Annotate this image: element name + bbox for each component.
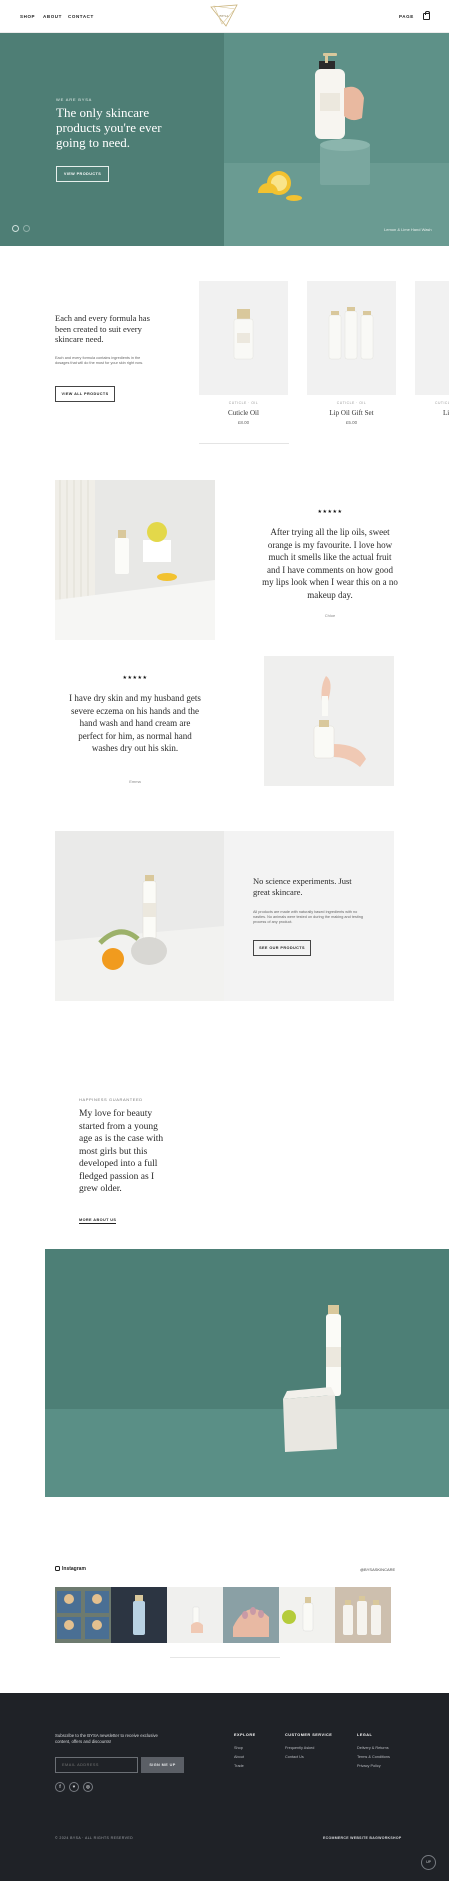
instagram-scrollbar[interactable] <box>170 1657 280 1658</box>
footer-link-terms[interactable]: Terms & Conditions <box>357 1755 390 1759</box>
footer-heading-customer-service: CUSTOMER SERVICE <box>285 1733 333 1737</box>
footer-link-delivery[interactable]: Delivery & Returns <box>357 1746 389 1750</box>
review-photo <box>264 656 394 786</box>
product-banner-photo <box>45 1249 449 1497</box>
review-photo <box>55 480 215 640</box>
instagram-title: Instagram <box>62 1566 86 1572</box>
feature-photo <box>55 831 224 1001</box>
credit-link[interactable]: ECOMMERCE WEBSITE BAGWORKSHOP <box>323 1836 402 1840</box>
site-header: SHOP ABOUT CONTACT BYSA PAGE <box>0 0 449 33</box>
hero-section: WE ARE BYSA The only skincare products y… <box>0 33 449 246</box>
footer-link-trade[interactable]: Trade <box>234 1764 244 1768</box>
instagram-handle[interactable]: @BYSASKINCARE <box>360 1567 395 1572</box>
instagram-icon[interactable]: ◎ <box>83 1782 93 1792</box>
logo-text: BYSA <box>219 14 229 18</box>
footer-heading-legal: LEGAL <box>357 1733 373 1737</box>
hand-wash-illustration <box>258 53 370 201</box>
more-about-us-link[interactable]: MORE ABOUT US <box>79 1218 117 1224</box>
product-card[interactable]: CUTICLE · OIL Lip Oil Gift Set £5.00 <box>307 281 396 425</box>
site-footer <box>0 1693 449 1881</box>
nav-contact[interactable]: CONTACT <box>68 14 94 19</box>
product-price: £8.00 <box>237 420 250 425</box>
see-our-products-button[interactable]: SEE OUR PRODUCTS <box>253 940 311 956</box>
search-link[interactable]: PAGE <box>399 14 414 19</box>
intro-title: Each and every formula has been created … <box>55 313 150 344</box>
copyright-text: © 2024 BYSA · ALL RIGHTS RESERVED <box>55 1836 134 1840</box>
instagram-post[interactable] <box>335 1587 391 1643</box>
email-input[interactable] <box>55 1757 138 1773</box>
footer-link-faq[interactable]: Frequently Asked <box>285 1746 314 1750</box>
product-name[interactable]: Cuticle Oil <box>199 409 288 417</box>
footer-link-about[interactable]: About <box>234 1755 244 1759</box>
hero-eyebrow: WE ARE BYSA <box>56 97 93 102</box>
back-to-top-button[interactable]: UP <box>421 1855 436 1870</box>
product-card[interactable]: CUTICLE · OIL Cuticle Oil £8.00 <box>199 281 288 425</box>
instagram-heading: Instagram <box>55 1566 86 1572</box>
instagram-post[interactable] <box>55 1587 111 1643</box>
instagram-post[interactable] <box>279 1587 335 1643</box>
view-products-button[interactable]: VIEW PRODUCTS <box>56 166 109 182</box>
slider-prev-icon[interactable] <box>12 225 19 232</box>
feature-title: No science experiments. Just great skinc… <box>253 876 352 897</box>
footer-heading-explore: EXPLORE <box>234 1733 256 1737</box>
about-eyebrow: HAPPINESS GUARANTEED <box>79 1097 143 1102</box>
footer-link-shop[interactable]: Shop <box>234 1746 243 1750</box>
feature-text: All products are made with naturally bas… <box>253 910 363 924</box>
product-name[interactable]: Lip Oil Gift Set <box>307 409 396 417</box>
footer-link-contact[interactable]: Contact Us <box>285 1755 304 1759</box>
nav-shop[interactable]: SHOP <box>20 14 35 19</box>
review-text: I have dry skin and my husband gets seve… <box>69 693 201 753</box>
review-author: Chloe <box>324 613 336 618</box>
sign-me-up-button[interactable]: SIGN ME UP <box>141 1757 184 1773</box>
newsletter-text: Subscribe to the BYSA newsletter to rece… <box>55 1733 158 1744</box>
product-category: CUTICLE · OIL <box>336 401 367 405</box>
pinterest-icon[interactable]: ♥ <box>69 1782 79 1792</box>
intro-text: Each and every formula contains ingredie… <box>55 356 144 365</box>
footer-link-privacy[interactable]: Privacy Policy <box>357 1764 381 1768</box>
review-stars: ★★★★★ <box>122 675 148 681</box>
hero-title: The only skincare products you're ever g… <box>56 105 162 150</box>
instagram-post[interactable] <box>111 1587 167 1643</box>
nav-about[interactable]: ABOUT <box>43 14 62 19</box>
product-image[interactable] <box>199 281 288 395</box>
review-text: After trying all the lip oils, sweet ora… <box>262 527 398 600</box>
about-text: My love for beauty started from a young … <box>79 1109 164 1194</box>
carousel-scrollbar[interactable] <box>199 443 289 444</box>
cart-icon[interactable] <box>423 11 430 20</box>
hero-caption: Lemon & Lime Hand Wash <box>384 227 432 232</box>
instagram-post[interactable] <box>223 1587 279 1643</box>
view-all-products-button[interactable]: VIEW ALL PRODUCTS <box>55 386 115 402</box>
product-category: CUTICLE <box>435 401 449 405</box>
review-author: Emma <box>129 779 141 784</box>
instagram-icon <box>55 1566 60 1571</box>
product-name[interactable]: Li <box>415 409 449 417</box>
product-image[interactable] <box>307 281 396 395</box>
slider-next-icon[interactable] <box>23 225 30 232</box>
product-category: CUTICLE · OIL <box>228 401 259 405</box>
brand-logo[interactable]: BYSA <box>208 3 240 28</box>
review-stars: ★★★★★ <box>317 509 343 515</box>
facebook-icon[interactable]: f <box>55 1782 65 1792</box>
instagram-post[interactable] <box>167 1587 223 1643</box>
product-card[interactable]: CUTICLE Li <box>415 281 449 417</box>
product-price: £5.00 <box>345 420 358 425</box>
product-image[interactable] <box>415 281 449 395</box>
